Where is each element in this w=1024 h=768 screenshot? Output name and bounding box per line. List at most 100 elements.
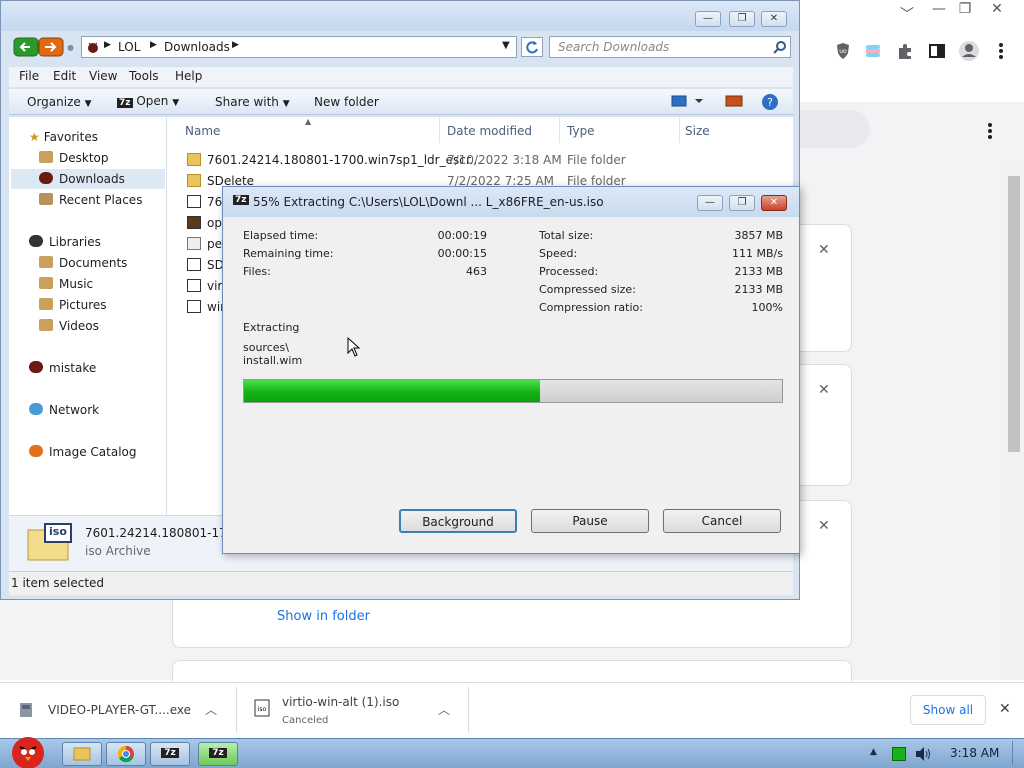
more-menu-icon[interactable] <box>990 40 1012 62</box>
downloads-search-bar[interactable] <box>800 110 870 148</box>
nav-mistake[interactable]: mistake <box>29 358 96 378</box>
menu-file[interactable]: File <box>19 69 39 83</box>
remove-download-icon[interactable]: ✕ <box>818 518 830 534</box>
preview-pane-icon[interactable] <box>725 94 743 108</box>
chevron-down-icon: ▼ <box>84 99 92 109</box>
help-icon[interactable]: ? <box>761 93 779 111</box>
exe-file-icon <box>187 216 201 229</box>
network-icon <box>29 403 43 415</box>
nav-image-catalog[interactable]: Image Catalog <box>29 442 136 462</box>
zip-file-icon <box>187 258 201 271</box>
table-row[interactable]: 7601.24214.180801-1700.win7sp1_ldr_escr.… <box>187 153 481 167</box>
nav-downloads[interactable]: Downloads <box>11 169 165 189</box>
column-name[interactable]: Name <box>185 124 220 138</box>
nav-libraries[interactable]: Libraries <box>29 232 101 252</box>
chevron-up-icon[interactable]: ︿ <box>205 701 217 718</box>
show-desktop-button[interactable] <box>1012 741 1022 765</box>
nav-documents[interactable]: Documents <box>39 253 127 273</box>
breadcrumb-item[interactable]: LOL <box>118 40 140 54</box>
tray-expand-icon[interactable]: ▲ <box>870 747 877 757</box>
puzzle-icon[interactable] <box>894 40 916 62</box>
breadcrumb-item[interactable]: Downloads <box>164 40 230 54</box>
open-button[interactable]: 7z Open ▼ <box>117 94 179 108</box>
folder-icon <box>187 153 201 166</box>
pride-extension-icon[interactable] <box>862 40 884 62</box>
image-catalog-icon <box>29 445 43 457</box>
refresh-icon[interactable] <box>521 37 543 57</box>
processed-label: Processed: <box>539 265 599 278</box>
dialog-maximize-button[interactable]: ❐ <box>729 195 755 211</box>
column-type[interactable]: Type <box>567 124 595 138</box>
tab-search-chevron-icon[interactable]: ﹀ <box>892 6 922 24</box>
taskbar-7zip-button[interactable]: 7z <box>150 742 190 766</box>
sidebar-icon[interactable] <box>926 40 948 62</box>
profile-icon[interactable] <box>958 40 980 62</box>
share-with-button[interactable]: Share with ▼ <box>215 95 290 109</box>
restore-icon[interactable]: ❐ <box>950 0 980 18</box>
scrollbar-thumb[interactable] <box>1008 176 1020 452</box>
new-folder-button[interactable]: New folder <box>314 95 379 109</box>
download-item-name[interactable]: virtio-win-alt (1).iso <box>282 695 399 709</box>
remove-download-icon[interactable]: ✕ <box>818 382 830 398</box>
ublock-shield-icon[interactable]: uo <box>832 40 854 62</box>
details-file-type: iso Archive <box>85 544 151 558</box>
menu-help[interactable]: Help <box>175 69 202 83</box>
nav-pictures[interactable]: Pictures <box>39 295 107 315</box>
close-shelf-icon[interactable]: ✕ <box>999 701 1011 717</box>
nav-videos[interactable]: Videos <box>39 316 99 336</box>
pause-button[interactable]: Pause <box>531 509 649 533</box>
column-date-modified[interactable]: Date modified <box>447 124 532 138</box>
search-input[interactable]: Search Downloads <box>549 36 791 58</box>
taskbar-7zip-progress-button[interactable]: 7z <box>198 742 238 766</box>
taskbar-chrome-button[interactable] <box>106 742 146 766</box>
downloads-more-icon[interactable] <box>984 122 996 140</box>
nav-network[interactable]: Network <box>29 400 99 420</box>
background-button[interactable]: Background <box>399 509 517 533</box>
view-options-icon[interactable] <box>671 94 707 108</box>
desktop-icon <box>39 151 53 163</box>
recent-pages-icon[interactable]: ● <box>67 43 74 52</box>
search-icon[interactable] <box>773 40 787 54</box>
explorer-titlebar[interactable]: — ❐ ✕ <box>1 1 799 31</box>
7zip-icon: 7z <box>233 195 249 205</box>
nav-favorites[interactable]: ★ Favorites <box>29 127 98 147</box>
dialog-close-button[interactable]: ✕ <box>761 195 787 211</box>
total-size-value: 3857 MB <box>734 229 783 242</box>
table-row[interactable]: per <box>187 237 227 251</box>
file-icon <box>187 237 201 250</box>
show-all-button[interactable]: Show all <box>910 695 986 725</box>
menu-view[interactable]: View <box>89 69 117 83</box>
volume-icon[interactable] <box>914 745 932 763</box>
show-in-folder-link[interactable]: Show in folder <box>277 609 370 624</box>
compressed-size-value: 2133 MB <box>734 283 783 296</box>
extraction-progress-bar <box>243 379 783 403</box>
start-button-angry-bird-icon[interactable] <box>6 731 50 768</box>
chevron-up-icon[interactable]: ︿ <box>438 701 450 718</box>
explorer-minimize-button[interactable]: — <box>695 11 721 27</box>
dialog-minimize-button[interactable]: — <box>697 195 723 211</box>
nav-music[interactable]: Music <box>39 274 93 294</box>
dialog-titlebar[interactable]: 7z 55% Extracting C:\Users\LOL\Downl ...… <box>223 187 799 217</box>
column-size[interactable]: Size <box>685 124 710 138</box>
compressed-size-label: Compressed size: <box>539 283 636 296</box>
remove-download-icon[interactable]: ✕ <box>818 242 830 258</box>
extraction-dialog: 7z 55% Extracting C:\Users\LOL\Downl ...… <box>222 186 800 554</box>
explorer-close-button[interactable]: ✕ <box>761 11 787 27</box>
iso-file-icon <box>187 300 201 313</box>
documents-icon <box>39 256 53 268</box>
nav-recent-places[interactable]: Recent Places <box>39 190 142 210</box>
address-bar[interactable]: ▶ LOL ▶ Downloads ▶ ▼ <box>81 36 517 58</box>
close-icon[interactable]: ✕ <box>982 0 1012 18</box>
back-forward-icon[interactable] <box>13 37 65 57</box>
address-dropdown-icon[interactable]: ▼ <box>502 40 510 51</box>
taskbar-explorer-button[interactable] <box>62 742 102 766</box>
breadcrumb-arrow-icon: ▶ <box>150 40 157 50</box>
explorer-maximize-button[interactable]: ❐ <box>729 11 755 27</box>
cancel-button[interactable]: Cancel <box>663 509 781 533</box>
nav-desktop[interactable]: Desktop <box>39 148 109 168</box>
menu-edit[interactable]: Edit <box>53 69 76 83</box>
organize-button[interactable]: Organize ▼ <box>27 95 92 109</box>
download-item-name[interactable]: VIDEO-PLAYER-GT....exe <box>48 703 191 717</box>
menu-tools[interactable]: Tools <box>129 69 159 83</box>
tray-app-icon[interactable] <box>892 747 906 761</box>
